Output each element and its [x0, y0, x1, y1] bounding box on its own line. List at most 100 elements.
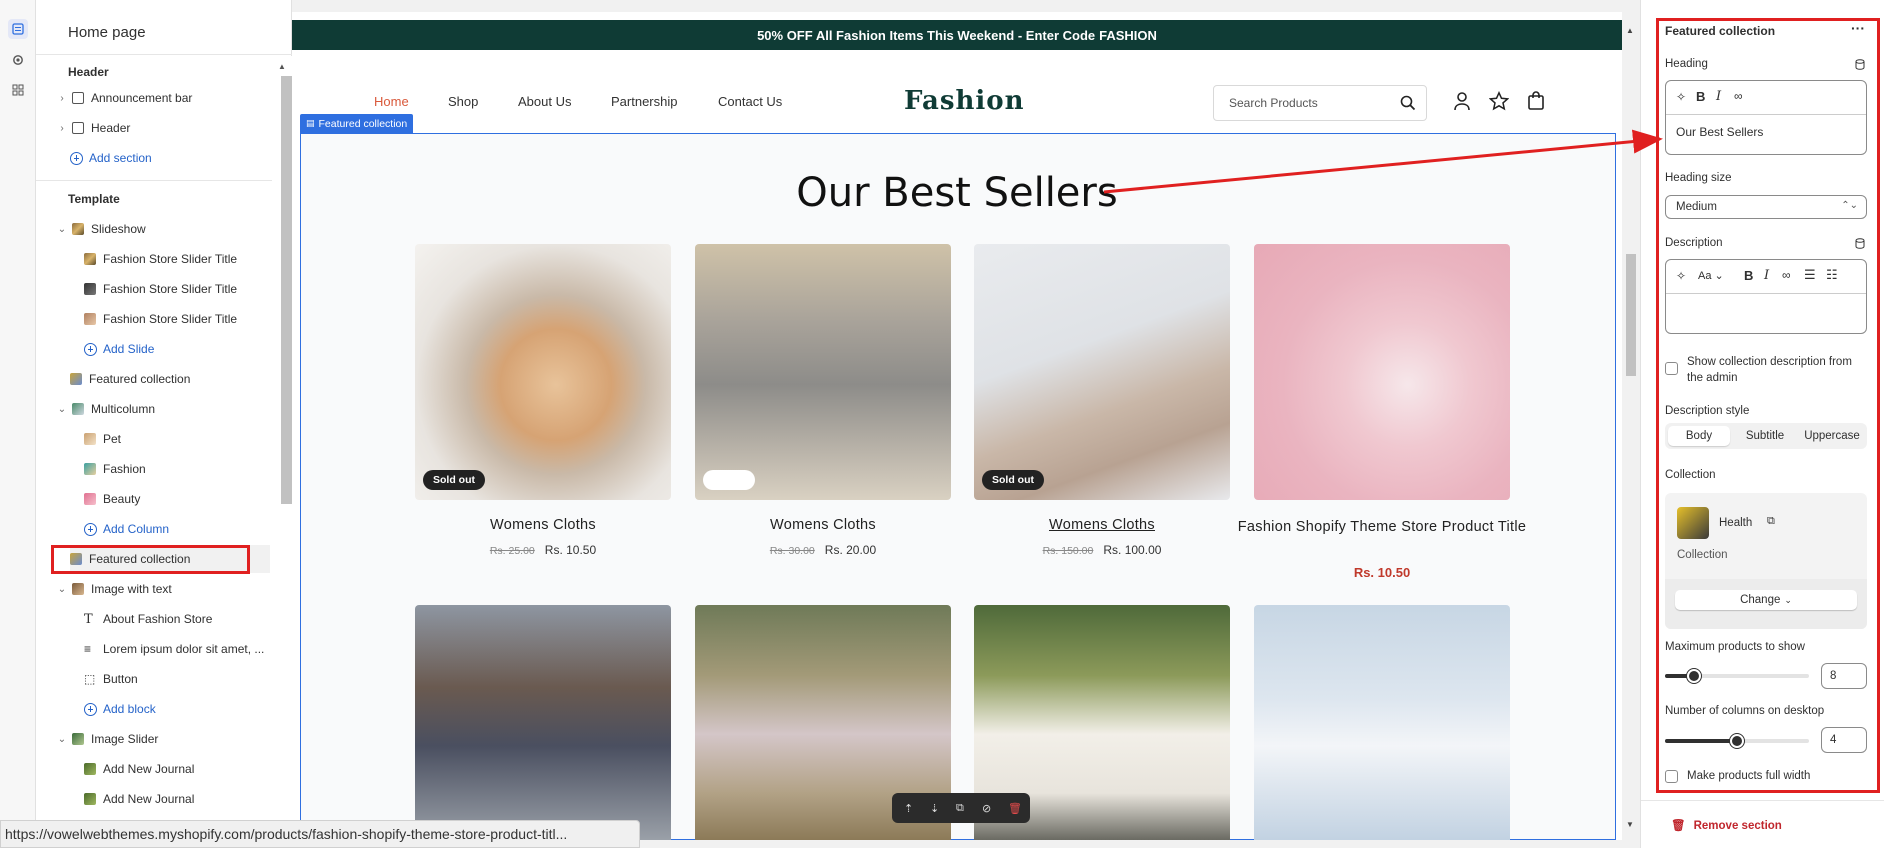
section-image-with-text[interactable]: ⌄ Image with text — [56, 575, 172, 603]
section-announcement-bar[interactable]: › Announcement bar — [56, 84, 192, 112]
chevron-down-icon[interactable]: ⌄ — [56, 734, 68, 745]
style-option-uppercase[interactable]: Uppercase — [1800, 426, 1864, 446]
ai-sparkle-icon[interactable]: ✧ — [1676, 269, 1686, 283]
duplicate-icon[interactable]: ⧉ — [956, 802, 968, 814]
hide-eye-icon[interactable]: ⊘ — [982, 802, 994, 815]
product-title[interactable]: Womens Cloths — [673, 517, 973, 533]
italic-icon[interactable]: I — [1764, 268, 1769, 283]
product-title[interactable]: Womens Cloths — [952, 517, 1252, 533]
panel-scrollbar[interactable]: ▲ — [272, 56, 295, 836]
remove-section-button[interactable]: 🗑 Remove section — [1671, 818, 1782, 832]
block-slide[interactable]: Fashion Store Slider Title — [84, 245, 237, 273]
product-title[interactable]: Womens Cloths — [393, 517, 693, 533]
block-column[interactable]: Fashion — [84, 455, 146, 483]
collection-name[interactable]: Health — [1719, 517, 1752, 529]
preview-scrollbar[interactable]: ▲ ▼ — [1622, 12, 1640, 840]
cart-bag-icon[interactable] — [1527, 90, 1545, 110]
theme-settings-gear-icon[interactable] — [8, 50, 28, 70]
block-button[interactable]: ⬚ Button — [84, 665, 138, 693]
style-option-subtitle[interactable]: Subtitle — [1732, 426, 1798, 446]
delete-trash-icon[interactable]: 🗑 — [1008, 802, 1022, 815]
more-options-icon[interactable]: ··· — [1851, 20, 1865, 36]
add-column-button[interactable]: Add Column — [84, 515, 169, 543]
scroll-up-icon[interactable]: ▲ — [278, 62, 286, 71]
text-format-icon[interactable]: Aa ⌄ — [1698, 269, 1724, 282]
product-image[interactable] — [1254, 244, 1510, 500]
section-image-slider[interactable]: ⌄ Image Slider — [56, 725, 159, 753]
search-icon[interactable] — [1400, 95, 1416, 111]
add-slide-button[interactable]: Add Slide — [84, 335, 154, 363]
product-image[interactable]: Sold out — [415, 244, 671, 500]
columns-input[interactable]: 4 — [1821, 727, 1867, 753]
search-box[interactable]: Search Products — [1213, 85, 1427, 121]
block-column[interactable]: Beauty — [84, 485, 140, 513]
change-collection-button[interactable]: Change ⌄ — [1675, 590, 1857, 610]
dynamic-source-icon[interactable] — [1855, 238, 1865, 249]
heading-input[interactable]: Our Best Sellers — [1676, 125, 1763, 139]
nav-link-about[interactable]: About Us — [518, 94, 571, 109]
section-tag[interactable]: ▤ Featured collection — [300, 114, 414, 133]
scrollbar-thumb[interactable] — [1626, 254, 1636, 376]
slider-knob[interactable] — [1730, 734, 1744, 748]
chevron-down-icon[interactable]: ⌄ — [56, 584, 68, 595]
numbered-list-icon[interactable]: ☷ — [1826, 267, 1838, 283]
nav-link-home[interactable]: Home — [374, 94, 409, 109]
collection-type: Collection — [1677, 549, 1728, 561]
block-heading[interactable]: T About Fashion Store — [84, 605, 212, 633]
section-featured-collection-selected[interactable]: Featured collection — [70, 545, 270, 573]
style-option-body[interactable]: Body — [1668, 426, 1730, 446]
italic-icon[interactable]: I — [1716, 89, 1721, 104]
add-block-button[interactable]: Add block — [84, 695, 156, 723]
add-section-button[interactable]: Add section — [70, 144, 152, 172]
max-products-slider[interactable] — [1665, 669, 1809, 683]
block-column[interactable]: Pet — [84, 425, 121, 453]
section-header[interactable]: › Header — [56, 114, 130, 142]
full-width-checkbox[interactable] — [1665, 770, 1678, 783]
store-logo[interactable]: Fashion — [904, 86, 1025, 116]
max-products-input[interactable]: 8 — [1821, 663, 1867, 689]
account-icon[interactable] — [1453, 91, 1471, 111]
block-journal[interactable]: Add New Journal — [84, 785, 194, 813]
product-image[interactable] — [695, 244, 951, 500]
chevron-right-icon[interactable]: › — [56, 93, 68, 104]
description-richtext-editor[interactable]: ✧ Aa ⌄ B I ∞ ☰ ☷ — [1665, 259, 1867, 334]
bold-icon[interactable]: B — [1744, 268, 1753, 283]
block-slide[interactable]: Fashion Store Slider Title — [84, 275, 237, 303]
external-link-icon[interactable]: ⧉ — [1767, 515, 1775, 528]
search-input[interactable]: Search Products — [1229, 96, 1318, 110]
move-down-icon[interactable]: ⇣ — [930, 802, 942, 815]
section-slideshow[interactable]: ⌄ Slideshow — [56, 215, 146, 243]
product-image[interactable] — [1254, 605, 1510, 840]
chevron-down-icon[interactable]: ⌄ — [56, 404, 68, 415]
nav-link-shop[interactable]: Shop — [448, 94, 478, 109]
section-featured-collection[interactable]: Featured collection — [70, 365, 190, 393]
nav-link-partnership[interactable]: Partnership — [611, 94, 677, 109]
bold-icon[interactable]: B — [1696, 89, 1705, 104]
heading-richtext-editor[interactable]: ✧ B I ∞ Our Best Sellers — [1665, 80, 1867, 155]
link-icon[interactable]: ∞ — [1782, 268, 1791, 282]
section-multicolumn[interactable]: ⌄ Multicolumn — [56, 395, 155, 423]
chevron-down-icon[interactable]: ⌄ — [56, 224, 68, 235]
chevron-right-icon[interactable]: › — [56, 123, 68, 134]
product-image[interactable]: Sold out — [974, 244, 1230, 500]
nav-link-contact[interactable]: Contact Us — [718, 94, 782, 109]
block-journal[interactable]: Add New Journal — [84, 755, 194, 783]
scroll-down-icon[interactable]: ▼ — [1626, 820, 1634, 829]
block-slide[interactable]: Fashion Store Slider Title — [84, 305, 237, 333]
columns-slider[interactable] — [1665, 734, 1809, 748]
product-image[interactable] — [415, 605, 671, 840]
product-title[interactable]: Fashion Shopify Theme Store Product Titl… — [1232, 517, 1532, 538]
move-up-icon[interactable]: ⇡ — [904, 802, 916, 815]
bullet-list-icon[interactable]: ☰ — [1804, 267, 1816, 283]
wishlist-star-icon[interactable] — [1489, 91, 1509, 111]
slider-knob[interactable] — [1686, 669, 1701, 683]
heading-size-select[interactable]: Medium ⌃⌄ — [1665, 195, 1867, 219]
ai-sparkle-icon[interactable]: ✧ — [1676, 90, 1686, 104]
block-text[interactable]: ≡ Lorem ipsum dolor sit amet, ... — [84, 635, 264, 663]
dynamic-source-icon[interactable] — [1855, 59, 1865, 70]
sections-icon[interactable] — [8, 19, 28, 39]
link-icon[interactable]: ∞ — [1734, 89, 1743, 103]
app-embeds-icon[interactable] — [8, 80, 28, 100]
show-description-checkbox[interactable] — [1665, 362, 1678, 375]
scroll-up-icon[interactable]: ▲ — [1626, 26, 1634, 35]
